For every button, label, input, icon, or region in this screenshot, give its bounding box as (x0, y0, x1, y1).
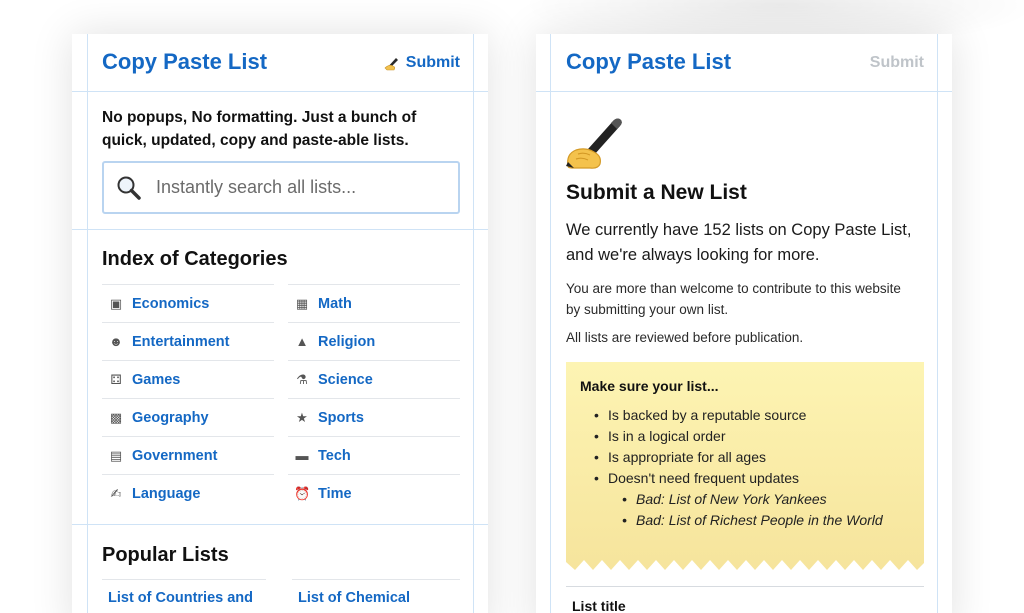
medal-icon: ★ (296, 409, 308, 425)
category-label: Tech (318, 447, 351, 464)
submit-label: Submit (869, 54, 924, 71)
microscope-icon: ⚗ (296, 371, 308, 387)
category-link-science[interactable]: ⚗ Science (288, 360, 460, 398)
dice-icon: ⚃ (110, 371, 122, 387)
guide-line (937, 34, 938, 613)
category-link-math[interactable]: ▦ Math (288, 284, 460, 322)
header-divider (72, 91, 488, 92)
category-link-tech[interactable]: ▬ Tech (288, 436, 460, 474)
popular-list-link[interactable]: List of Chemical (292, 579, 460, 606)
popular-lists: List of Countries and List of Chemical (102, 579, 460, 606)
abacus-icon: ▦ (295, 295, 309, 311)
alarm-clock-icon: ⏰ (294, 485, 311, 501)
lead-text: We currently have 152 lists on Copy Past… (566, 221, 912, 264)
site-title[interactable]: Copy Paste List (102, 49, 267, 75)
categories-heading: Index of Categories (102, 248, 288, 270)
intro-text: No popups, No formatting. Just a bunch o… (102, 109, 417, 149)
list-item: Is in a logical order (580, 426, 915, 447)
writing-hand-icon: ✍ (110, 485, 122, 501)
category-link-religion[interactable]: ▲ Religion (288, 322, 460, 360)
category-grid: ▣ Economics ▦ Math ☻ Entertainment ▲ Rel… (102, 284, 460, 512)
category-label: Games (132, 371, 181, 388)
category-label: Geography (132, 409, 209, 426)
submit-link-disabled: Submit (870, 54, 924, 72)
category-link-entertainment[interactable]: ☻ Entertainment (102, 322, 274, 360)
section-divider (72, 229, 488, 230)
category-link-government[interactable]: ▤ Government (102, 436, 274, 474)
header-divider (536, 91, 952, 92)
category-label: Math (318, 295, 352, 312)
torn-edge (566, 560, 924, 572)
praying-hands-icon: ▲ (295, 334, 309, 349)
home-screen: Copy Paste List Submit No popups, No for… (72, 34, 488, 613)
money-icon: ▣ (109, 295, 123, 311)
popular-list-link[interactable]: List of Countries and (102, 579, 266, 606)
submit-label: Submit (405, 54, 460, 71)
government-building-icon: ▤ (109, 447, 123, 463)
section-divider (72, 524, 488, 525)
writing-hand-icon (384, 58, 398, 71)
site-title[interactable]: Copy Paste List (566, 49, 731, 75)
laptop-icon: ▬ (295, 448, 309, 463)
guidelines-list: Is backed by a reputable source Is in a … (580, 405, 915, 531)
popular-heading: Popular Lists (102, 544, 229, 566)
magnifying-glass-icon (117, 176, 141, 200)
category-label: Time (318, 485, 352, 502)
guidelines-note: Make sure your list... Is backed by a re… (566, 362, 924, 572)
category-link-geography[interactable]: ▩ Geography (102, 398, 274, 436)
form-divider (566, 586, 924, 587)
search-input[interactable] (156, 177, 446, 198)
sub-list-item: Bad: List of Richest People in the World (580, 510, 915, 531)
category-link-sports[interactable]: ★ Sports (288, 398, 460, 436)
submit-link[interactable]: Submit (384, 54, 460, 72)
writing-hand-icon (566, 118, 622, 169)
category-label: Entertainment (132, 333, 230, 350)
page-title: Submit a New List (566, 181, 747, 204)
category-label: Government (132, 447, 218, 464)
category-label: Sports (318, 409, 364, 426)
list-item: Is appropriate for all ages (580, 447, 915, 468)
guide-line (473, 34, 474, 613)
category-link-language[interactable]: ✍ Language (102, 474, 274, 512)
guide-line (550, 34, 551, 613)
guide-line (87, 34, 88, 613)
contribute-text: You are more than welcome to contribute … (566, 281, 901, 317)
list-item: Is backed by a reputable source (580, 405, 915, 426)
category-link-economics[interactable]: ▣ Economics (102, 284, 274, 322)
category-label: Economics (132, 295, 210, 312)
list-item: Doesn't need frequent updates (580, 468, 915, 489)
world-map-icon: ▩ (109, 409, 123, 425)
category-link-time[interactable]: ⏰ Time (288, 474, 460, 512)
category-label: Science (318, 371, 373, 388)
theater-masks-icon: ☻ (109, 334, 123, 349)
search-box[interactable] (102, 161, 460, 214)
review-text: All lists are reviewed before publicatio… (566, 330, 804, 345)
category-link-games[interactable]: ⚃ Games (102, 360, 274, 398)
sub-list-item: Bad: List of New York Yankees (580, 489, 915, 510)
category-label: Language (132, 485, 201, 502)
submit-screen: Copy Paste List Submit Submit a New List… (536, 34, 952, 613)
category-label: Religion (318, 333, 376, 350)
note-title: Make sure your list... (580, 378, 719, 394)
list-title-label: List title (572, 598, 626, 613)
